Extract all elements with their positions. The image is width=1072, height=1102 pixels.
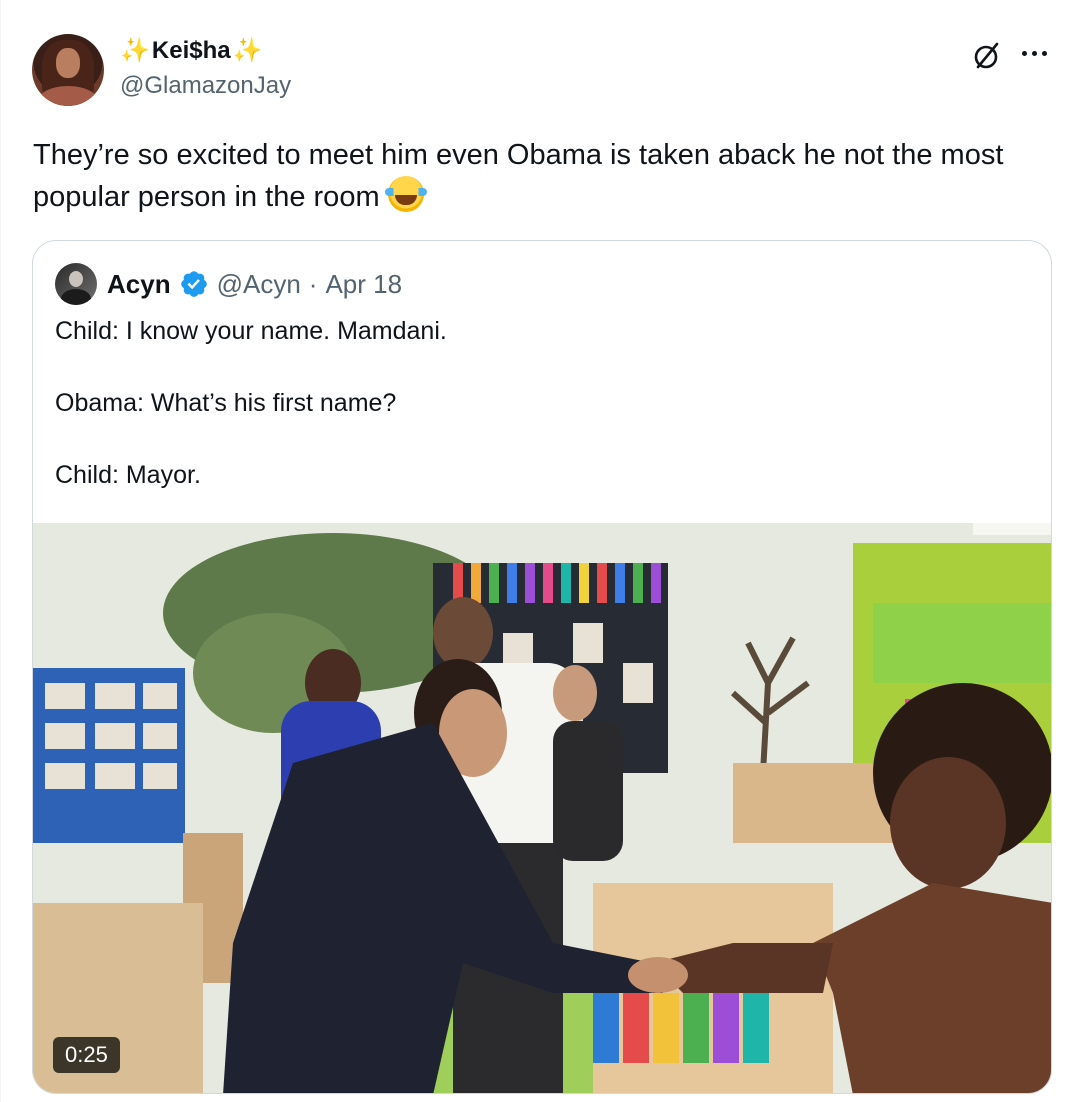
sparkle-emoji-right: ✨ [232, 37, 263, 64]
verified-badge-icon [180, 271, 207, 297]
timeline-divider [0, 0, 1, 1102]
separator-dot: · [308, 268, 318, 299]
grok-icon[interactable] [970, 40, 1002, 72]
video-duration-badge: 0:25 [53, 1037, 120, 1073]
quoted-tweet-header: Acyn @Acyn · Apr 18 [107, 267, 402, 301]
sparkle-emoji-left: ✨ [120, 37, 150, 64]
face-with-tears-of-joy-emoji [384, 176, 427, 212]
quoted-tweet-card[interactable]: Acyn @Acyn · Apr 18 Child: I know your n… [32, 240, 1052, 1094]
author-handle[interactable]: @GlamazonJay [120, 72, 291, 100]
quoted-line-2: Obama: What’s his first name? [55, 389, 397, 417]
tweet-text-content: They’re so excited to meet him even Obam… [33, 139, 1004, 213]
quoted-author-handle[interactable]: @Acyn [217, 269, 301, 300]
author-avatar[interactable] [32, 34, 104, 106]
quoted-line-3: Child: Mayor. [55, 461, 201, 489]
video-player[interactable]: 0:25 [33, 523, 1051, 1093]
author-display-name[interactable]: Kei$ha [152, 37, 231, 65]
quoted-author-avatar[interactable] [55, 263, 97, 305]
quoted-tweet-date[interactable]: Apr 18 [325, 269, 402, 300]
video-thumbnail [33, 523, 1051, 1093]
quoted-author-name[interactable]: Acyn [107, 269, 171, 300]
quoted-tweet-text: Child: I know your name. Mamdani. Obama:… [55, 313, 1025, 529]
author-name-row[interactable]: ✨ Kei$ha ✨ [120, 34, 262, 68]
quoted-line-1: Child: I know your name. Mamdani. [55, 317, 447, 345]
tweet-text: They’re so excited to meet him even Obam… [33, 134, 1033, 218]
more-options-icon[interactable] [1018, 40, 1050, 66]
